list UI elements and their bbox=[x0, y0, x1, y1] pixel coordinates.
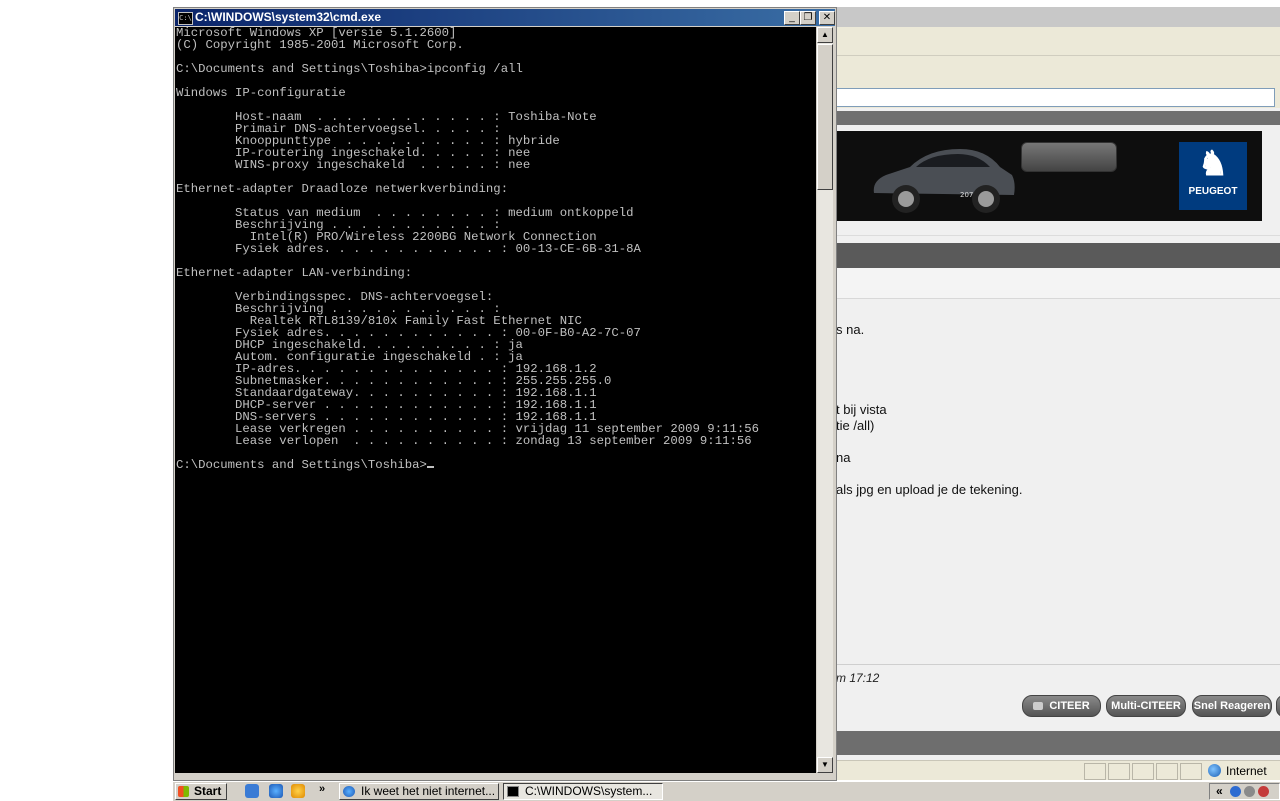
browser-titlebar bbox=[836, 7, 1280, 27]
taskbar: Start » Ik weet het niet internet... C:\… bbox=[173, 781, 1280, 801]
quick-reply-button[interactable]: Snel Reageren bbox=[1192, 695, 1272, 717]
status-cell bbox=[1132, 763, 1154, 780]
cmd-icon bbox=[507, 786, 519, 797]
vertical-scrollbar[interactable]: ▲ ▼ bbox=[817, 27, 833, 773]
taskbar-item-browser[interactable]: Ik weet het niet internet... bbox=[339, 783, 499, 800]
security-zone-label: Internet bbox=[1226, 764, 1267, 778]
scroll-up-arrow-icon[interactable]: ▲ bbox=[817, 27, 833, 43]
console-text: Microsoft Windows XP [versie 5.1.2600] (… bbox=[175, 27, 816, 471]
console-line: (C) Copyright 1985-2001 Microsoft Corp. bbox=[176, 38, 464, 52]
minimize-button[interactable]: _ bbox=[784, 11, 800, 25]
console-line: Fysiek adres. . . . . . . . . . . . : 00… bbox=[176, 242, 641, 256]
restore-button[interactable]: ❐ bbox=[800, 11, 816, 25]
network-icon[interactable] bbox=[1230, 786, 1241, 797]
quick-reply-label: Snel Reageren bbox=[1193, 700, 1271, 712]
quote-button[interactable]: CITEER bbox=[1022, 695, 1101, 717]
cmd-icon[interactable]: C:\ bbox=[178, 12, 193, 25]
console-line: WINS-proxy ingeschakeld . . . . . : nee bbox=[176, 158, 531, 172]
status-cell bbox=[1084, 763, 1106, 780]
tray-expand-icon[interactable]: « bbox=[1216, 784, 1223, 799]
car-image: 207 bbox=[873, 149, 1015, 213]
console-line: Windows IP-configuratie bbox=[176, 86, 346, 100]
console-line: C:\Documents and Settings\Toshiba> bbox=[176, 458, 427, 472]
status-cell bbox=[1108, 763, 1130, 780]
status-cell bbox=[1156, 763, 1178, 780]
post-text-line: tie /all) bbox=[836, 418, 875, 433]
banner-button[interactable] bbox=[1021, 142, 1117, 172]
post-subheader bbox=[836, 268, 1280, 299]
browser-icon bbox=[343, 786, 355, 797]
start-button[interactable]: Start bbox=[175, 783, 227, 800]
windows-logo-icon bbox=[178, 786, 189, 797]
console-line: Ethernet-adapter LAN-verbinding: bbox=[176, 266, 413, 280]
multi-quote-button[interactable]: Multi-CITEER bbox=[1106, 695, 1186, 717]
console-line: Ethernet-adapter Draadloze netwerkverbin… bbox=[176, 182, 509, 196]
quote-button-label: CITEER bbox=[1049, 700, 1090, 712]
security-alert-icon[interactable] bbox=[1258, 786, 1269, 797]
peugeot-logo[interactable]: ♞ PEUGEOT bbox=[1179, 142, 1247, 210]
taskbar-item-cmd[interactable]: C:\WINDOWS\system... bbox=[503, 783, 663, 800]
window-title: C:\WINDOWS\system32\cmd.exe bbox=[195, 10, 382, 24]
post-text-line: als jpg en upload je de tekening. bbox=[836, 482, 1023, 497]
browser-statusbar: Internet bbox=[836, 760, 1280, 780]
divider bbox=[836, 235, 1280, 236]
post-date: m 17:12 bbox=[836, 671, 880, 685]
status-cell bbox=[1180, 763, 1202, 780]
taskbar-item-label: Ik weet het niet internet... bbox=[361, 784, 496, 798]
post-footer-bar bbox=[836, 731, 1280, 755]
text-cursor bbox=[426, 466, 434, 468]
post-text-line: na bbox=[836, 450, 851, 465]
browser-window: 207 ♞ PEUGEOT s na. t bij vista tie /all… bbox=[836, 7, 1280, 780]
console-output[interactable]: Microsoft Windows XP [versie 5.1.2600] (… bbox=[175, 27, 816, 773]
close-button[interactable]: ✕ bbox=[819, 11, 835, 25]
cmd-window[interactable]: C:\ C:\WINDOWS\system32\cmd.exe _ ❐ ✕ Mi… bbox=[173, 7, 837, 781]
console-line: Lease verlopen . . . . . . . . . . : zon… bbox=[176, 434, 752, 448]
post-header-bar bbox=[836, 243, 1280, 268]
internet-explorer-icon[interactable] bbox=[269, 784, 283, 798]
browser-toolbar bbox=[836, 56, 1280, 86]
browser-address-bar bbox=[836, 86, 1280, 108]
forum-header-bar bbox=[836, 111, 1280, 125]
car-badge: 207 bbox=[960, 191, 973, 199]
address-input[interactable] bbox=[836, 88, 1275, 107]
cmd-titlebar[interactable]: C:\ C:\WINDOWS\system32\cmd.exe _ ❐ ✕ bbox=[175, 9, 835, 26]
peugeot-brand-text: PEUGEOT bbox=[1188, 186, 1238, 197]
peugeot-lion-icon: ♞ bbox=[1197, 145, 1229, 183]
divider bbox=[836, 664, 1280, 665]
taskbar-item-label: C:\WINDOWS\system... bbox=[525, 784, 653, 798]
show-desktop-icon[interactable] bbox=[245, 784, 259, 798]
more-post-button[interactable] bbox=[1276, 695, 1280, 717]
quicklaunch-more-icon[interactable]: » bbox=[319, 783, 325, 795]
post-text-line: s na. bbox=[836, 322, 865, 337]
multi-quote-label: Multi-CITEER bbox=[1111, 700, 1181, 712]
console-line: C:\Documents and Settings\Toshiba>ipconf… bbox=[176, 62, 523, 76]
system-tray: « bbox=[1209, 783, 1280, 800]
volume-icon[interactable] bbox=[1244, 786, 1255, 797]
internet-zone-icon bbox=[1208, 764, 1221, 777]
speech-bubble-icon bbox=[1033, 702, 1044, 711]
scroll-down-arrow-icon[interactable]: ▼ bbox=[817, 757, 833, 773]
scroll-thumb[interactable] bbox=[817, 44, 833, 190]
post-text-line: t bij vista bbox=[836, 402, 887, 417]
media-player-icon[interactable] bbox=[291, 784, 305, 798]
browser-menubar bbox=[836, 27, 1280, 56]
start-label: Start bbox=[194, 784, 222, 798]
peugeot-banner[interactable]: 207 ♞ PEUGEOT bbox=[836, 131, 1262, 221]
